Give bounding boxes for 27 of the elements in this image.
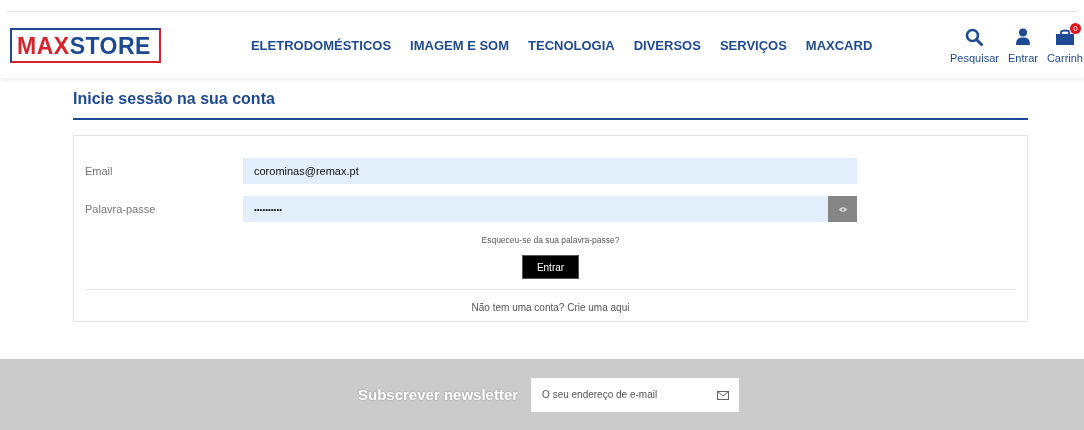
email-field[interactable]: corominas@remax.pt (243, 158, 857, 184)
logo-text: STORE (69, 32, 151, 59)
header-action[interactable]: Entrar (1007, 26, 1038, 64)
nav-link[interactable]: SERVIÇOS (719, 37, 787, 53)
page-title: Inicie sessão na sua conta (73, 90, 1028, 120)
eye-icon (838, 206, 847, 212)
field-label: Palavra-passe (85, 203, 157, 215)
envelope-icon (717, 390, 730, 400)
nav-link[interactable]: IMAGEM E SOM (410, 37, 510, 53)
show-password-button[interactable] (828, 196, 857, 222)
forgot-password-link[interactable]: Esqueceu-se da sua palavra-passe? (481, 235, 620, 245)
password-field[interactable]: •••••••••• (243, 196, 828, 222)
search-icon (965, 27, 984, 46)
user-icon (1015, 28, 1030, 45)
shopping-bag-icon (1054, 28, 1075, 45)
nav-link[interactable]: TECNOLOGIA (528, 37, 615, 53)
nav-link[interactable]: ELETRODOMÉSTICOS (250, 37, 392, 53)
header-action[interactable]: Pesquisar (950, 26, 999, 64)
signup-link[interactable]: Não tem uma conta? Crie uma aqui (471, 302, 630, 313)
field-label: Email (85, 165, 114, 177)
logo[interactable]: MAXSTORE (10, 27, 161, 63)
login-button[interactable]: Entrar (522, 255, 579, 279)
nav-link[interactable]: DIVERSOS (633, 37, 701, 53)
nav-link[interactable]: MAXCARD (805, 37, 873, 53)
logo-text: MAX (17, 32, 70, 59)
cart-count-badge: 0 (1069, 22, 1081, 34)
newsletter-email-field[interactable]: O seu endereço de e-mail (531, 377, 740, 412)
